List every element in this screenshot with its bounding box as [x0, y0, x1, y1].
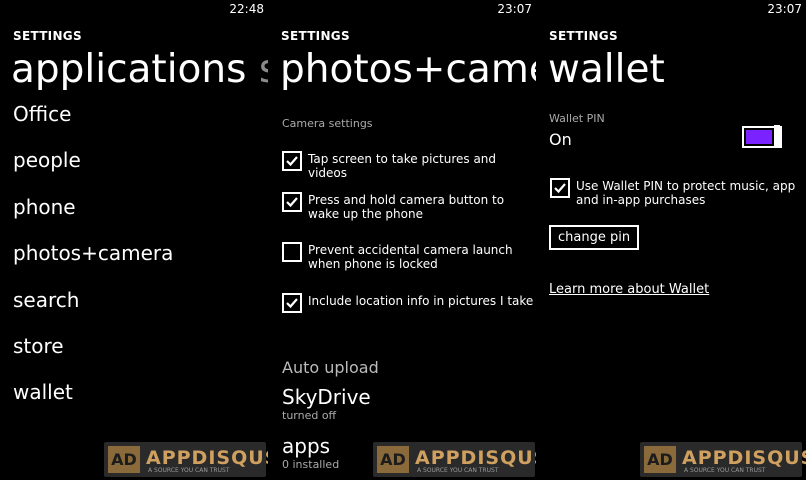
watermark-subtext: A SOURCE YOU CAN TRUST: [684, 467, 766, 474]
watermark-text: APPDISQUS: [146, 447, 268, 469]
menu-item-phone[interactable]: phone: [13, 195, 76, 219]
checkmark-icon: [286, 156, 298, 167]
checkbox[interactable]: [282, 151, 302, 171]
status-time: 23:07: [497, 2, 532, 16]
checkbox-row-hold-camera[interactable]: Press and hold camera button to wake up …: [282, 192, 532, 224]
checkbox-label: Include location info in pictures I take: [308, 294, 534, 308]
toggle-fill: [746, 130, 772, 144]
checkbox-label: Prevent accidental camera launch when ph…: [308, 243, 513, 271]
checkbox[interactable]: [282, 192, 302, 212]
apps-item[interactable]: apps: [282, 434, 330, 458]
checkmark-icon: [286, 298, 298, 309]
auto-upload-heading: Auto upload: [282, 358, 379, 377]
watermark-subtext: A SOURCE YOU CAN TRUST: [417, 467, 499, 474]
checkmark-icon: [554, 183, 566, 194]
applications-panel: 22:48 SETTINGS applications sys Office p…: [0, 0, 268, 480]
watermark-logo: AD APPDISQUS A SOURCE YOU CAN TRUST: [373, 442, 536, 477]
photos-camera-panel: 23:07 SETTINGS photos+camera Camera sett…: [268, 0, 536, 480]
settings-header: SETTINGS: [549, 29, 618, 43]
watermark-logo: AD APPDISQUS A SOURCE YOU CAN TRUST: [104, 442, 268, 477]
checkbox-label: Use Wallet PIN to protect music, app and…: [576, 179, 796, 207]
checkbox-label: Tap screen to take pictures and videos: [308, 152, 497, 180]
settings-header: SETTINGS: [13, 29, 82, 43]
skydrive-item[interactable]: SkyDrive: [282, 385, 371, 409]
toggle-knob[interactable]: [774, 125, 780, 147]
watermark-subtext: A SOURCE YOU CAN TRUST: [148, 467, 230, 474]
watermark-badge: AD: [644, 446, 676, 473]
checkbox[interactable]: [282, 293, 302, 313]
wallet-pin-label: Wallet PIN: [549, 112, 605, 125]
pivot-title-next[interactable]: sys: [259, 47, 268, 92]
checkbox-row-prevent-launch[interactable]: Prevent accidental camera launch when ph…: [282, 242, 532, 274]
menu-item-people[interactable]: people: [13, 148, 81, 172]
change-pin-button[interactable]: change pin: [549, 225, 640, 250]
camera-settings-label: Camera settings: [282, 117, 373, 130]
checkbox[interactable]: [282, 242, 302, 262]
pivot-title[interactable]: applications sys: [11, 44, 268, 96]
menu-item-photos-camera[interactable]: photos+camera: [13, 241, 173, 265]
checkbox-row-tap-screen[interactable]: Tap screen to take pictures and videos: [282, 151, 532, 180]
skydrive-status: turned off: [282, 409, 337, 422]
watermark-text: APPDISQUS: [682, 447, 806, 469]
checkmark-icon: [286, 197, 298, 208]
watermark-logo: AD APPDISQUS A SOURCE YOU CAN TRUST: [640, 442, 806, 477]
pivot-title-current[interactable]: applications: [11, 47, 246, 92]
menu-item-store[interactable]: store: [13, 334, 64, 358]
wallet-pin-toggle[interactable]: [742, 125, 782, 148]
status-time: 23:07: [767, 2, 802, 16]
apps-status: 0 installed: [282, 458, 340, 471]
settings-header: SETTINGS: [281, 29, 350, 43]
menu-item-office[interactable]: Office: [13, 102, 71, 126]
page-title: wallet: [548, 47, 665, 92]
checkbox[interactable]: [550, 178, 570, 198]
status-time: 22:48: [229, 2, 264, 16]
wallet-pin-state: On: [549, 130, 572, 149]
checkbox-row-wallet-pin[interactable]: Use Wallet PIN to protect music, app and…: [550, 178, 800, 210]
watermark-text: APPDISQUS: [415, 447, 536, 469]
menu-item-wallet[interactable]: wallet: [13, 380, 73, 404]
menu-item-search[interactable]: search: [13, 288, 79, 312]
page-title: photos+camera: [280, 47, 536, 92]
watermark-badge: AD: [377, 446, 409, 473]
learn-more-link[interactable]: Learn more about Wallet: [549, 282, 709, 297]
checkbox-label: Press and hold camera button to wake up …: [308, 193, 505, 221]
wallet-panel: 23:07 SETTINGS wallet Wallet PIN On Use …: [536, 0, 806, 480]
checkbox-row-location-info[interactable]: Include location info in pictures I take: [282, 293, 533, 315]
watermark-badge: AD: [108, 446, 140, 473]
